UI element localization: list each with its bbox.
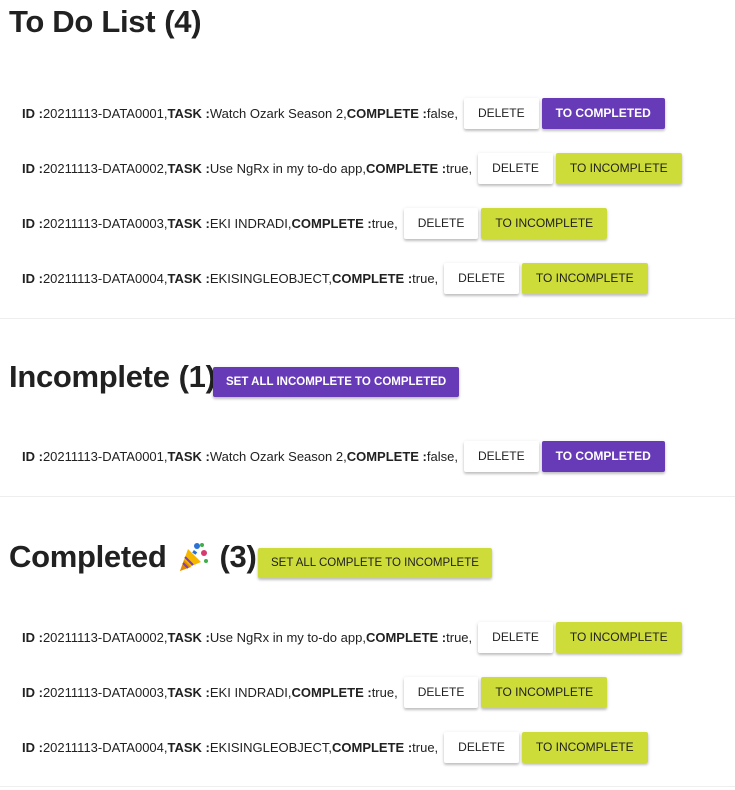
list-item: ID :20211113-DATA0002, TASK : Use NgRx in … [22,621,682,653]
incomplete-title-text: Incomplete [9,359,170,394]
task-label: TASK : [167,160,210,176]
completed-title: Completed (3) [9,537,257,577]
list-item: ID :20211113-DATA0001, TASK : Watch Ozark … [22,97,665,129]
delete-button[interactable]: DELETE [463,97,539,129]
set-all-complete-to-incomplete-button[interactable]: SET ALL COMPLETE TO INCOMPLETE [258,548,492,578]
task-label: TASK : [167,270,210,286]
list-item: ID :20211113-DATA0003, TASK : EKI INDRADI,… [22,207,608,239]
id-value: 20211113-DATA0001, [42,105,168,121]
to-incomplete-button[interactable]: TO INCOMPLETE [481,676,608,708]
to-incomplete-button[interactable]: TO INCOMPLETE [521,731,648,763]
to-incomplete-button[interactable]: TO INCOMPLETE [481,207,608,239]
id-label: ID : [22,684,43,700]
id-label: ID : [22,105,43,121]
divider [0,496,735,497]
delete-button[interactable]: DELETE [403,676,479,708]
complete-label: COMPLETE : [291,684,372,700]
list-item: ID :20211113-DATA0003, TASK : EKI INDRADI,… [22,676,608,708]
complete-value: true, [412,739,439,755]
to-completed-button[interactable]: TO COMPLETED [541,440,665,472]
task-value: EKI INDRADI, [209,215,292,231]
id-label: ID : [22,215,43,231]
to-incomplete-button[interactable]: TO INCOMPLETE [521,262,648,294]
id-value: 20211113-DATA0002, [42,629,168,645]
to-incomplete-button[interactable]: TO INCOMPLETE [555,152,682,184]
id-value: 20211113-DATA0002, [42,160,168,176]
complete-label: COMPLETE : [346,448,427,464]
delete-button[interactable]: DELETE [463,440,539,472]
task-label: TASK : [167,684,210,700]
id-value: 20211113-DATA0004, [42,739,168,755]
task-value: EKISINGLEOBJECT, [209,270,332,286]
complete-value: true, [412,270,439,286]
complete-value: false, [426,105,458,121]
set-all-incomplete-to-completed-button[interactable]: SET ALL INCOMPLETE TO COMPLETED [213,367,460,397]
id-value: 20211113-DATA0004, [42,270,168,286]
to-completed-button[interactable]: TO COMPLETED [541,97,665,129]
divider [0,318,735,319]
task-label: TASK : [167,448,210,464]
todo-title: To Do List (4) [9,2,202,42]
id-label: ID : [22,270,43,286]
complete-label: COMPLETE : [291,215,372,231]
id-value: 20211113-DATA0003, [42,684,168,700]
id-value: 20211113-DATA0001, [42,448,168,464]
complete-value: true, [371,215,398,231]
incomplete-title: Incomplete (1) [9,357,216,397]
task-label: TASK : [167,739,210,755]
complete-label: COMPLETE : [365,629,447,645]
task-value: Use NgRx in my to-do app, [209,160,366,176]
id-value: 20211113-DATA0003, [42,215,168,231]
task-value: EKISINGLEOBJECT, [209,739,332,755]
complete-value: true, [446,160,473,176]
to-incomplete-button[interactable]: TO INCOMPLETE [555,621,682,653]
party-popper-icon [176,540,210,574]
list-item: ID :20211113-DATA0004, TASK : EKISINGLEOBJ… [22,262,648,294]
delete-button[interactable]: DELETE [444,731,519,763]
todo-title-text: To Do List [9,4,156,39]
task-label: TASK : [167,105,210,121]
complete-value: false, [426,448,458,464]
delete-button[interactable]: DELETE [478,152,553,184]
id-label: ID : [22,448,43,464]
completed-count: (3) [219,539,257,574]
id-label: ID : [22,629,43,645]
delete-button[interactable]: DELETE [403,207,479,239]
list-item: ID :20211113-DATA0001, TASK : Watch Ozark … [22,440,665,472]
task-value: EKI INDRADI, [209,684,292,700]
delete-button[interactable]: DELETE [444,262,519,294]
todo-count: (4) [164,4,202,39]
completed-title-text: Completed [9,539,167,574]
task-value: Use NgRx in my to-do app, [209,629,366,645]
delete-button[interactable]: DELETE [478,621,553,653]
id-label: ID : [22,739,43,755]
complete-label: COMPLETE : [331,739,413,755]
list-item: ID :20211113-DATA0004, TASK : EKISINGLEOBJ… [22,731,648,763]
complete-label: COMPLETE : [331,270,413,286]
incomplete-count: (1) [178,359,216,394]
task-label: TASK : [167,629,210,645]
id-label: ID : [22,160,43,176]
complete-label: COMPLETE : [346,105,427,121]
task-label: TASK : [167,215,210,231]
complete-value: true, [446,629,473,645]
task-value: Watch Ozark Season 2, [209,448,347,464]
divider [0,786,735,787]
task-value: Watch Ozark Season 2, [209,105,347,121]
complete-label: COMPLETE : [365,160,447,176]
complete-value: true, [371,684,398,700]
list-item: ID :20211113-DATA0002, TASK : Use NgRx in … [22,152,682,184]
